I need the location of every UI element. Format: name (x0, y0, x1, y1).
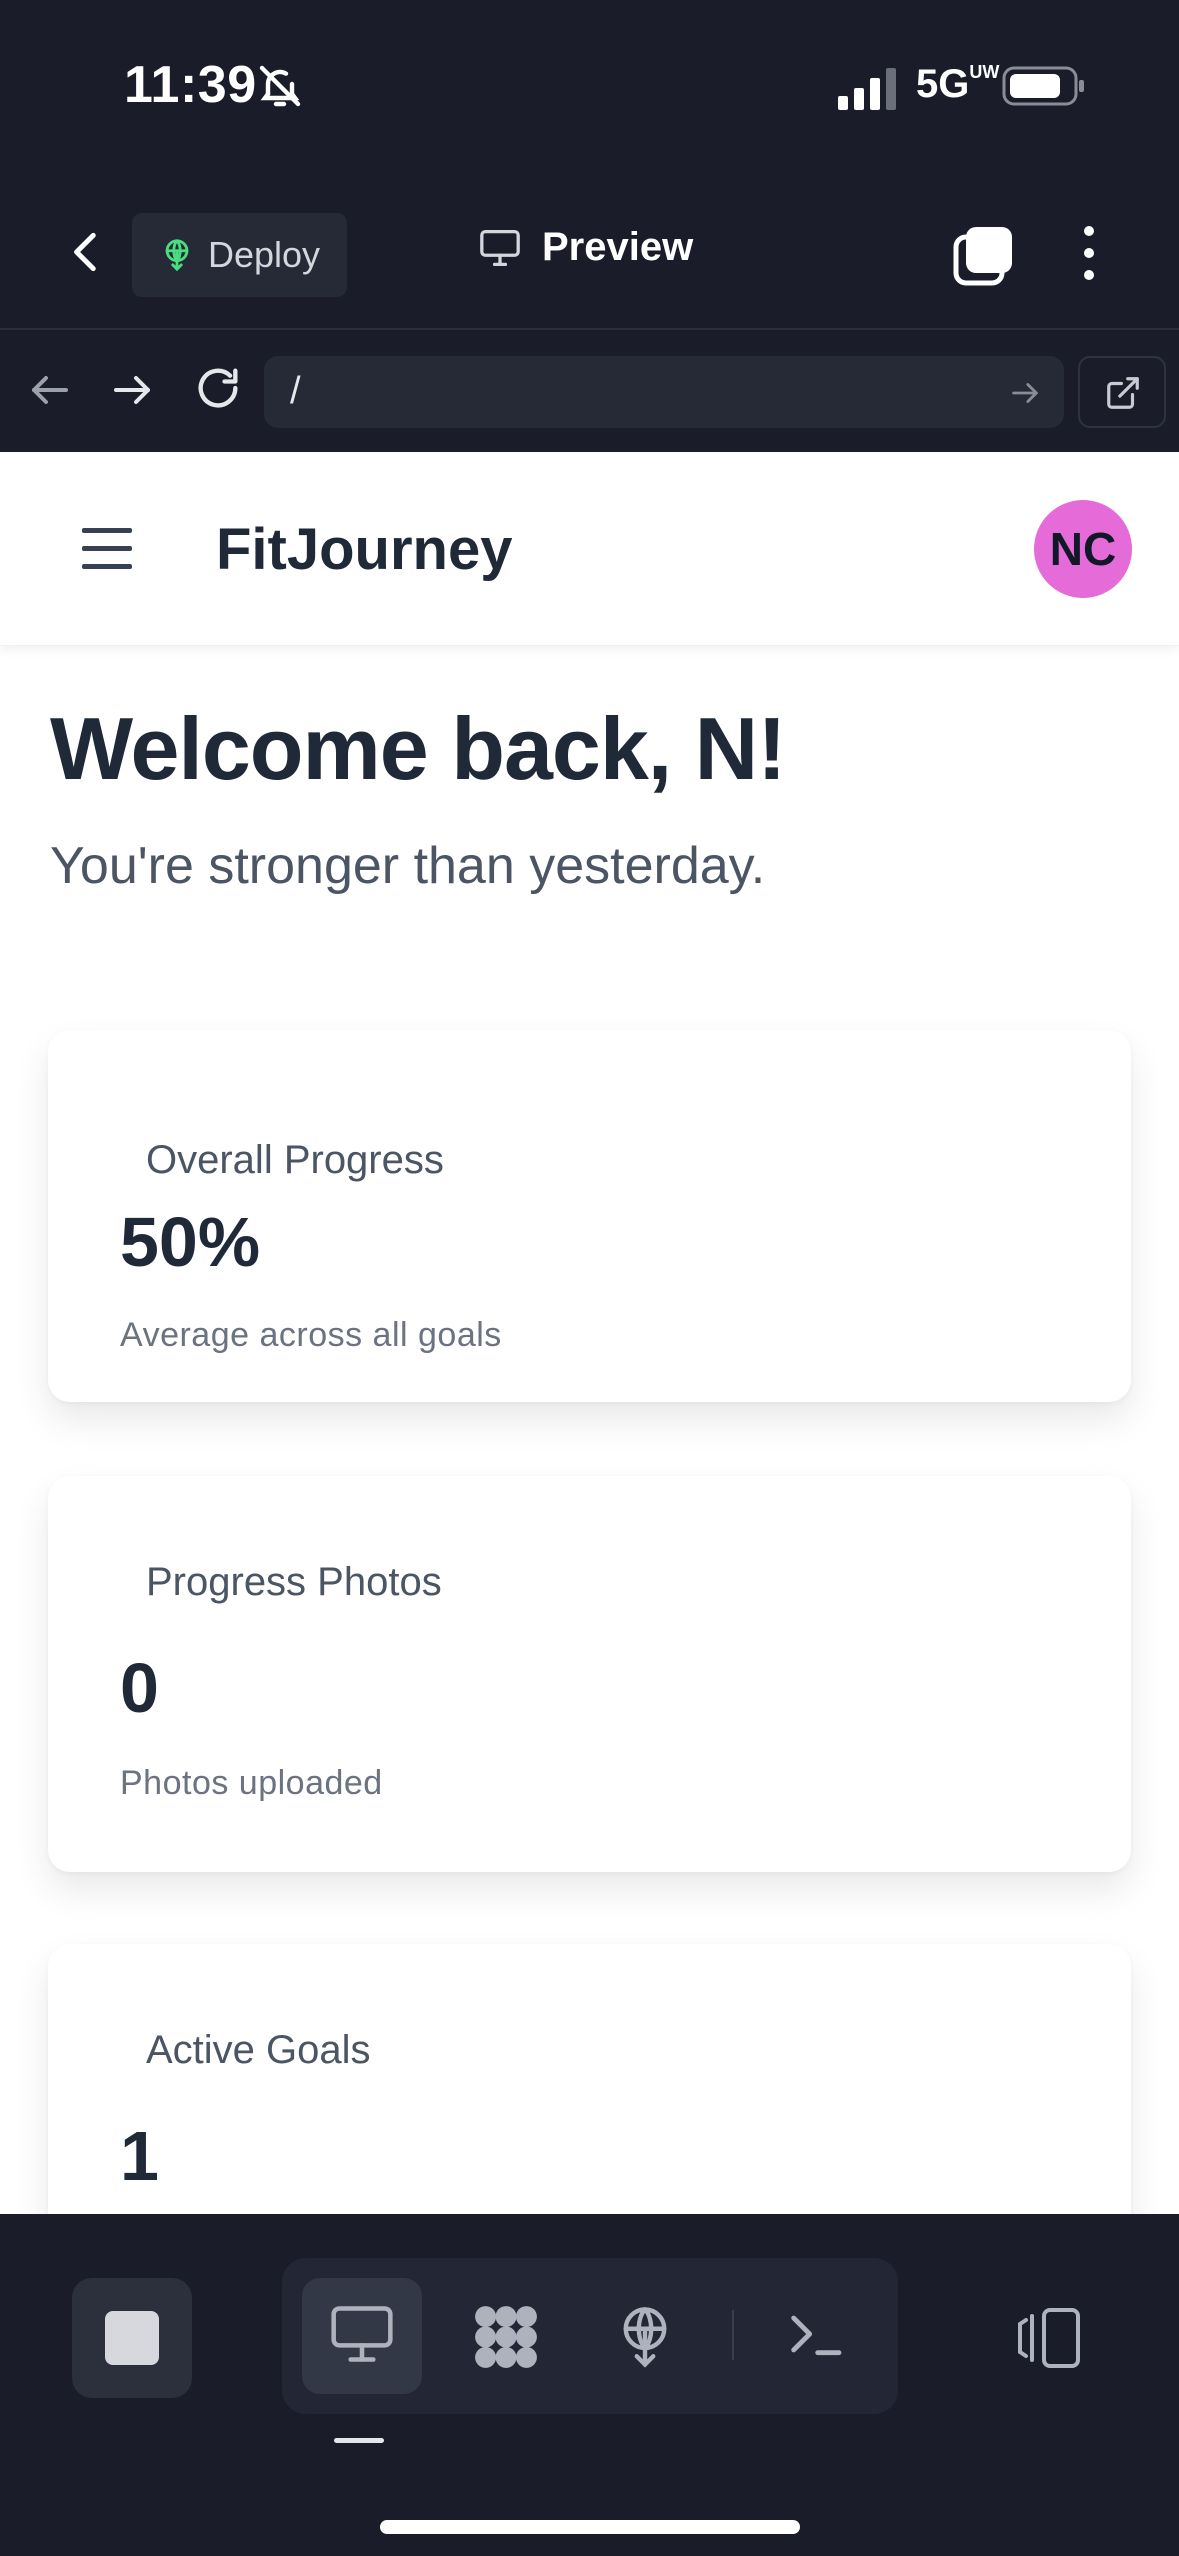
external-link-icon (1107, 377, 1139, 409)
url-text: / (290, 370, 301, 412)
card-value: 50% (120, 1203, 261, 1281)
home-indicator (380, 2520, 800, 2534)
deploy-button[interactable]: Deploy (132, 213, 347, 297)
web-preview: FitJourney NC Welcome back, N! You're st… (0, 452, 1179, 2214)
tool-deploy[interactable] (586, 2278, 706, 2394)
overall-progress-card: Overall Progress 50% Average across all … (48, 1030, 1131, 1402)
desktop-icon (480, 229, 520, 266)
active-goals-card: Active Goals 1 (48, 1944, 1131, 2214)
preview-tab[interactable]: Preview (478, 225, 693, 270)
tabs-icon[interactable] (952, 223, 1016, 287)
card-description: Photos uploaded (120, 1764, 383, 1802)
apps-icon (475, 2306, 537, 2368)
welcome-heading: Welcome back, N! (50, 699, 787, 798)
tool-apps[interactable] (444, 2278, 564, 2394)
top-toolbar: Deploy Preview (0, 175, 1179, 330)
bell-muted-icon (259, 65, 301, 107)
app-title: FitJourney (216, 517, 513, 582)
deploy-label: Deploy (208, 234, 321, 275)
card-title: Overall Progress (146, 1138, 444, 1182)
card-value: 1 (120, 2117, 159, 2195)
panel-icon[interactable] (1010, 2306, 1082, 2370)
network-type: 5GUW (916, 62, 1000, 106)
desktop-icon (331, 2306, 393, 2362)
card-value: 0 (120, 1649, 159, 1727)
tool-preview[interactable] (302, 2278, 422, 2394)
terminal-icon (791, 2315, 842, 2356)
reload-icon[interactable] (192, 362, 244, 414)
stop-icon (105, 2311, 159, 2365)
card-title: Active Goals (146, 2028, 371, 2072)
progress-photos-card: Progress Photos 0 Photos uploaded (48, 1476, 1131, 1872)
deploy-icon (165, 239, 189, 272)
welcome-subtitle: You're stronger than yesterday. (50, 837, 766, 895)
status-time: 11:39 (124, 56, 257, 114)
tool-terminal[interactable] (756, 2278, 876, 2394)
go-arrow-icon[interactable] (1008, 376, 1042, 410)
deploy-icon (623, 2307, 667, 2368)
divider (732, 2310, 734, 2360)
arrow-left-icon[interactable] (26, 366, 74, 414)
open-external-button[interactable] (1078, 356, 1166, 428)
avatar[interactable]: NC (1034, 500, 1132, 598)
active-tab-indicator (334, 2438, 384, 2443)
arrow-right-icon[interactable] (108, 366, 156, 414)
back-chevron-icon[interactable] (62, 227, 112, 277)
url-input[interactable]: / (264, 356, 1064, 428)
app-header: FitJourney NC (0, 452, 1179, 646)
stop-button[interactable] (72, 2278, 192, 2398)
card-title: Progress Photos (146, 1560, 442, 1604)
battery-icon (1002, 66, 1084, 106)
menu-icon[interactable] (82, 526, 132, 572)
status-bar: 11:39 5GUW (0, 0, 1179, 175)
url-bar: / (0, 330, 1179, 452)
tool-group (282, 2258, 898, 2414)
card-description: Average across all goals (120, 1316, 502, 1354)
bottom-bar (0, 2214, 1179, 2556)
more-vertical-icon[interactable] (1064, 221, 1114, 285)
preview-label: Preview (542, 225, 694, 269)
signal-icon (838, 68, 896, 110)
